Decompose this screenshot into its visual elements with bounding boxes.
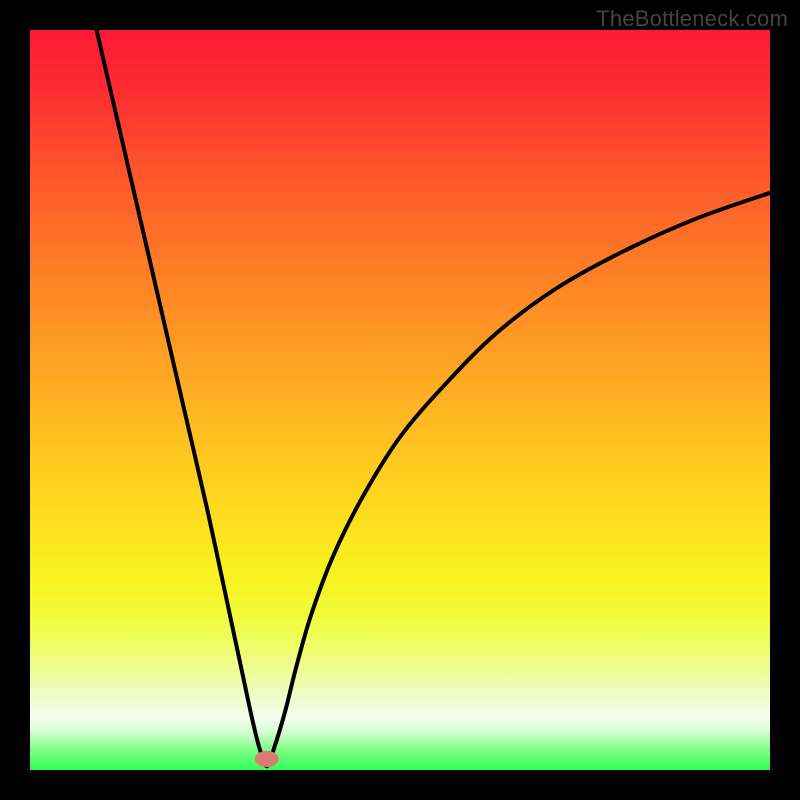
chart-overlay — [30, 30, 770, 770]
watermark-text: TheBottleneck.com — [596, 6, 788, 32]
plot-area — [30, 30, 770, 770]
min-marker — [255, 751, 279, 767]
bottleneck-curve — [97, 30, 770, 766]
chart-stage: TheBottleneck.com — [0, 0, 800, 800]
